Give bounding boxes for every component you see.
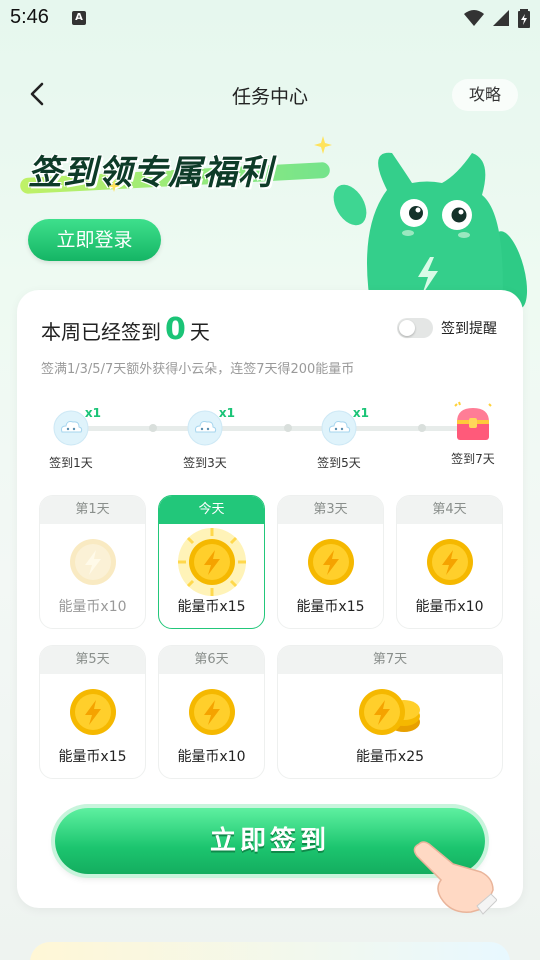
day-header: 第4天 <box>397 496 502 524</box>
week-summary: 本周已经签到 0 天 <box>41 312 210 347</box>
banner-title: 签到领专属福利 <box>28 153 273 193</box>
milestone-node: x1 签到1天 <box>41 398 101 471</box>
day-reward: 能量币x15 <box>177 599 246 615</box>
remind-toggle[interactable] <box>397 318 433 338</box>
day-reward: 能量币x15 <box>58 749 127 765</box>
next-section-peek <box>30 942 510 960</box>
energy-coin-icon <box>69 538 117 586</box>
day-card[interactable]: 第7天 能量币x25 <box>277 645 503 779</box>
notification-a-icon: A <box>72 11 86 25</box>
milestone-node: x1 签到3天 <box>175 398 235 471</box>
treasure-chest-icon <box>451 400 495 444</box>
status-bar: 5:46 A <box>0 0 540 38</box>
progress-dot <box>284 424 292 432</box>
milestone-label: 签到3天 <box>183 456 227 470</box>
status-time: 5:46 <box>10 6 49 28</box>
day-reward: 能量币x10 <box>415 599 484 615</box>
progress-track <box>71 426 471 431</box>
nav-bar: 任务中心 攻略 <box>0 70 540 120</box>
day-header: 今天 <box>159 496 264 524</box>
sparkle-icon <box>108 180 120 192</box>
day-header: 第5天 <box>40 646 145 674</box>
remind-toggle-row: 签到提醒 <box>397 318 497 338</box>
energy-coin-icon <box>69 688 117 736</box>
energy-coin-icon <box>307 538 355 586</box>
energy-coin-icon <box>188 688 236 736</box>
week-prefix: 本周已经签到 <box>41 320 161 344</box>
remind-label: 签到提醒 <box>441 321 497 337</box>
day-reward: 能量币x15 <box>296 599 365 615</box>
battery-icon <box>518 9 530 28</box>
day-reward: 能量币x25 <box>355 749 425 765</box>
mascot-illustration <box>333 152 528 315</box>
day-header: 第3天 <box>278 496 383 524</box>
status-icons <box>464 8 530 28</box>
checkin-card: 本周已经签到 0 天 签到提醒 签满1/3/5/7天额外获得小云朵，连签7天得200… <box>17 290 523 915</box>
progress-dot <box>149 424 157 432</box>
wifi-icon <box>464 10 484 26</box>
week-suffix: 天 <box>189 320 210 344</box>
cloud-icon: x1 <box>187 406 235 446</box>
milestone-progress: x1 签到1天 x1 签到3天 x1 签到5天 签到7天 <box>41 398 501 478</box>
day-card[interactable]: 第5天 能量币x15 <box>39 645 146 779</box>
milestone-bonus: x1 <box>84 406 101 420</box>
energy-coin-icon <box>426 538 474 586</box>
day-reward: 能量币x10 <box>58 599 127 615</box>
milestone-label: 签到1天 <box>49 456 93 470</box>
milestone-node: x1 签到5天 <box>309 398 369 471</box>
checkin-description: 签满1/3/5/7天额外获得小云朵，连签7天得200能量币 <box>41 362 355 377</box>
login-button[interactable]: 立即登录 <box>28 219 161 261</box>
pointing-hand-icon <box>413 841 497 915</box>
cloud-icon: x1 <box>53 406 101 446</box>
guide-button[interactable]: 攻略 <box>452 79 518 111</box>
week-count: 0 <box>165 312 186 347</box>
progress-dot <box>418 424 426 432</box>
day-header: 第7天 <box>278 646 502 674</box>
milestone-bonus: x1 <box>352 406 369 420</box>
milestone-node: 签到7天 <box>443 398 503 467</box>
milestone-label: 签到7天 <box>451 452 495 466</box>
day-header: 第1天 <box>40 496 145 524</box>
day-card[interactable]: 第1天 能量币x10 <box>39 495 146 629</box>
day-card[interactable]: 第4天 能量币x10 <box>396 495 503 629</box>
day-card-today[interactable]: 今天 能量币x15 <box>158 495 265 629</box>
energy-coin-stack-icon <box>358 688 422 736</box>
cloud-icon: x1 <box>321 406 369 446</box>
energy-coin-glowing-icon <box>177 528 246 596</box>
day-header: 第6天 <box>159 646 264 674</box>
day-card[interactable]: 第3天 能量币x15 <box>277 495 384 629</box>
milestone-label: 签到5天 <box>317 456 361 470</box>
sparkle-icon <box>314 136 332 154</box>
milestone-bonus: x1 <box>218 406 235 420</box>
signal-icon <box>493 10 509 26</box>
toggle-knob <box>399 320 415 336</box>
day-reward: 能量币x10 <box>177 749 246 765</box>
day-card[interactable]: 第6天 能量币x10 <box>158 645 265 779</box>
